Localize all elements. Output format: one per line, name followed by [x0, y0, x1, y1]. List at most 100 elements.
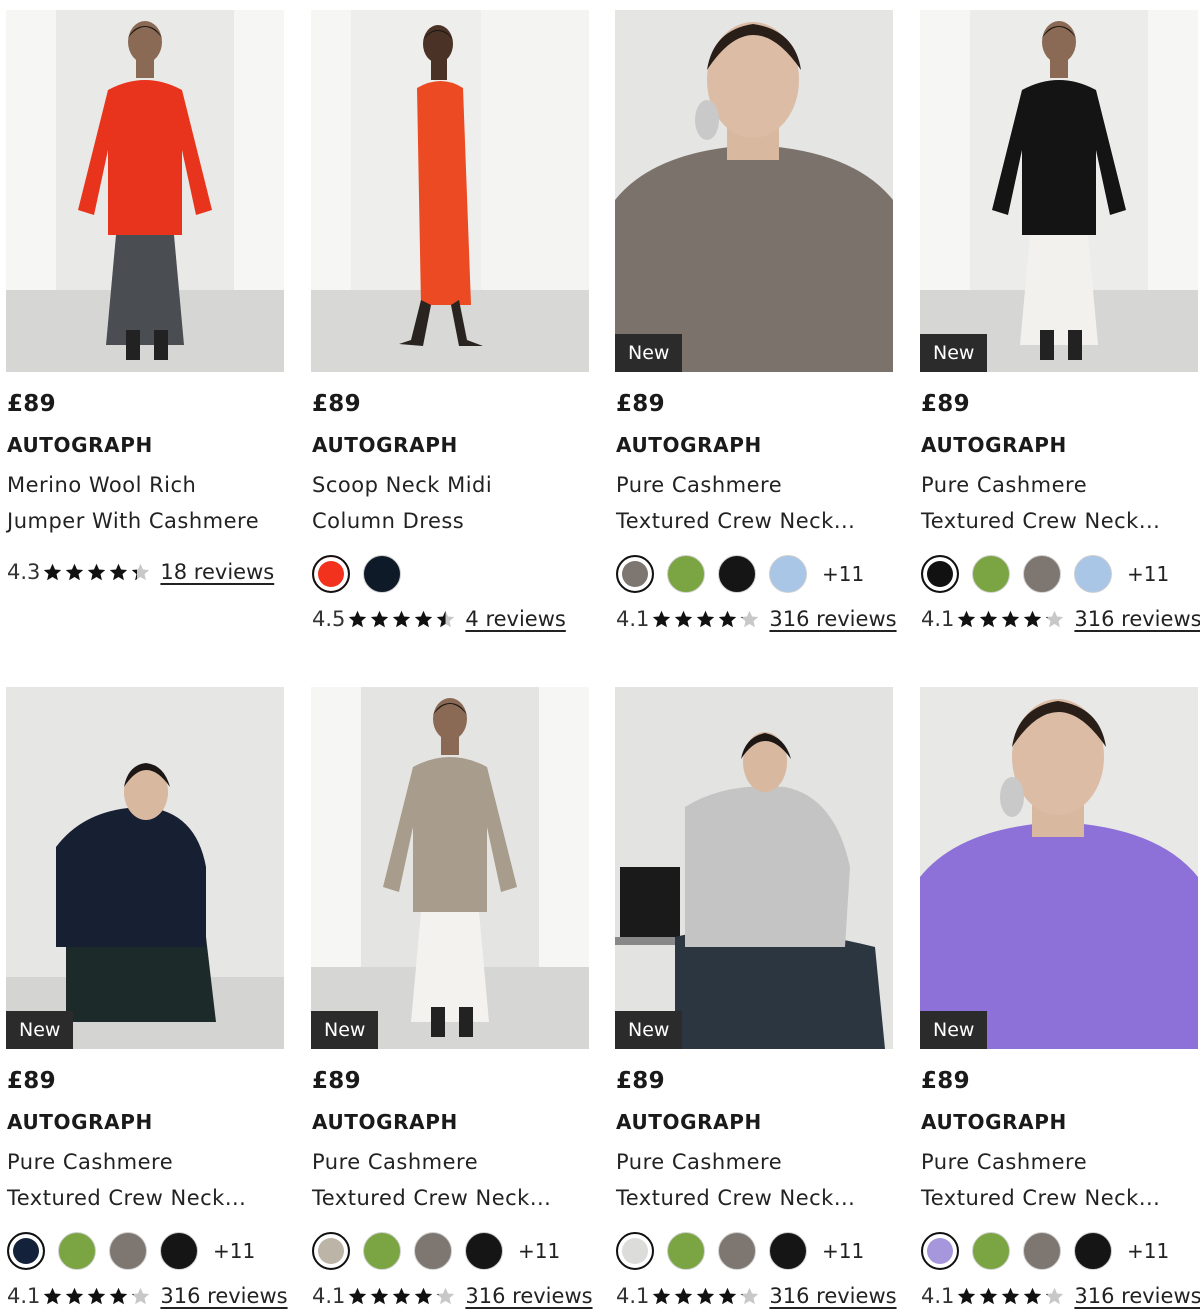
reviews-link[interactable]: 18 reviews [160, 560, 274, 584]
colour-swatches [312, 555, 414, 593]
product-name-link[interactable]: Pure Cashmere Textured Crew Neck... [921, 467, 1200, 539]
rating-value: 4.1 [616, 607, 650, 631]
colour-swatch[interactable] [312, 555, 350, 593]
colour-swatch[interactable] [769, 1232, 807, 1270]
rating-stars [651, 609, 761, 630]
product-image[interactable]: New [615, 10, 893, 372]
colour-swatch[interactable] [465, 1232, 503, 1270]
more-colours-link[interactable]: +11 [1127, 562, 1169, 586]
product-card[interactable]: New £89 AUTOGRAPH Pure Cashmere Textured… [920, 687, 1200, 1308]
product-brand: AUTOGRAPH [312, 1110, 458, 1134]
star-icon [88, 563, 106, 580]
colour-swatch[interactable] [667, 1232, 705, 1270]
reviews-link[interactable]: 4 reviews [465, 607, 565, 631]
colour-swatch[interactable] [58, 1232, 96, 1270]
product-card[interactable]: New £89 AUTOGRAPH Pure Cashmere Textured… [615, 10, 897, 631]
colour-swatch[interactable] [160, 1232, 198, 1270]
more-colours-link[interactable]: +11 [518, 1239, 560, 1263]
product-name-link[interactable]: Scoop Neck Midi Column Dress [312, 467, 602, 539]
product-name-link[interactable]: Pure Cashmere Textured Crew Neck... [7, 1144, 297, 1216]
product-photo [311, 687, 589, 1049]
colour-swatch[interactable] [1023, 1232, 1061, 1270]
colour-swatch[interactable] [7, 1232, 45, 1270]
product-image[interactable]: New [920, 687, 1198, 1049]
product-name-link[interactable]: Pure Cashmere Textured Crew Neck... [616, 1144, 906, 1216]
star-icon [393, 610, 411, 627]
star-icon [653, 1287, 671, 1304]
reviews-link[interactable]: 316 reviews [769, 607, 896, 631]
colour-swatch[interactable] [921, 555, 959, 593]
product-card[interactable]: New £89 AUTOGRAPH Pure Cashmere Textured… [920, 10, 1200, 631]
product-name-link[interactable]: Merino Wool Rich Jumper With Cashmere [7, 467, 297, 539]
star-icon [371, 1287, 389, 1304]
star-icon [1046, 1287, 1064, 1304]
reviews-link[interactable]: 316 reviews [1074, 607, 1200, 631]
star-icon [1024, 1287, 1042, 1304]
colour-swatch[interactable] [363, 1232, 401, 1270]
colour-swatch[interactable] [921, 1232, 959, 1270]
product-image[interactable]: New [311, 687, 589, 1049]
colour-swatch[interactable] [769, 555, 807, 593]
product-name-line-2: Textured Crew Neck... [7, 1186, 247, 1210]
product-name-link[interactable]: Pure Cashmere Textured Crew Neck... [616, 467, 906, 539]
product-image[interactable]: New [615, 687, 893, 1049]
product-image[interactable] [6, 10, 284, 372]
colour-swatch[interactable] [363, 555, 401, 593]
colour-swatches: +11 [616, 1232, 864, 1270]
product-card[interactable]: £89 AUTOGRAPH Merino Wool Rich Jumper Wi… [6, 10, 284, 584]
product-price: £89 [312, 391, 361, 417]
colour-swatch[interactable] [616, 1232, 654, 1270]
new-badge: New [920, 1011, 988, 1049]
product-brand: AUTOGRAPH [312, 433, 458, 457]
product-image[interactable]: New [920, 10, 1198, 372]
colour-swatch[interactable] [109, 1232, 147, 1270]
colour-swatch[interactable] [718, 555, 756, 593]
more-colours-link[interactable]: +11 [1127, 1239, 1169, 1263]
rating-stars [956, 1286, 1066, 1307]
product-image[interactable] [311, 10, 589, 372]
product-photo [6, 10, 284, 372]
reviews-link[interactable]: 316 reviews [160, 1284, 287, 1308]
colour-swatch[interactable] [972, 1232, 1010, 1270]
colour-swatch[interactable] [667, 555, 705, 593]
rating-value: 4.1 [616, 1284, 650, 1308]
product-card[interactable]: New £89 AUTOGRAPH Pure Cashmere Textured… [615, 687, 897, 1308]
star-icon [66, 563, 84, 580]
product-photo [311, 10, 589, 372]
reviews-link[interactable]: 316 reviews [465, 1284, 592, 1308]
product-photo [6, 687, 284, 1049]
product-rating: 4.1 316 reviews [921, 1284, 1200, 1308]
product-price: £89 [616, 1068, 665, 1094]
star-icon [132, 1287, 150, 1304]
star-icon [132, 563, 150, 580]
colour-swatch[interactable] [312, 1232, 350, 1270]
rating-value: 4.1 [921, 1284, 955, 1308]
product-card[interactable]: New £89 AUTOGRAPH Pure Cashmere Textured… [311, 687, 593, 1308]
star-icon [980, 1287, 998, 1304]
reviews-link[interactable]: 316 reviews [1074, 1284, 1200, 1308]
product-name-line-1: Pure Cashmere [312, 1150, 479, 1174]
star-icon [980, 610, 998, 627]
colour-swatch[interactable] [1074, 555, 1112, 593]
more-colours-link[interactable]: +11 [822, 562, 864, 586]
colour-swatch[interactable] [972, 555, 1010, 593]
reviews-link[interactable]: 316 reviews [769, 1284, 896, 1308]
new-badge: New [615, 1011, 683, 1049]
more-colours-link[interactable]: +11 [213, 1239, 255, 1263]
colour-swatch[interactable] [616, 555, 654, 593]
star-icon [1002, 610, 1020, 627]
product-rating: 4.1 316 reviews [616, 607, 897, 631]
colour-swatch[interactable] [1074, 1232, 1112, 1270]
product-name-link[interactable]: Pure Cashmere Textured Crew Neck... [921, 1144, 1200, 1216]
product-photo [615, 10, 893, 372]
product-card[interactable]: £89 AUTOGRAPH Scoop Neck Midi Column Dre… [311, 10, 589, 631]
more-colours-link[interactable]: +11 [822, 1239, 864, 1263]
colour-swatch[interactable] [718, 1232, 756, 1270]
colour-swatch[interactable] [1023, 555, 1061, 593]
product-price: £89 [312, 1068, 361, 1094]
product-card[interactable]: New £89 AUTOGRAPH Pure Cashmere Textured… [6, 687, 288, 1308]
star-icon [697, 610, 715, 627]
product-name-link[interactable]: Pure Cashmere Textured Crew Neck... [312, 1144, 602, 1216]
colour-swatch[interactable] [414, 1232, 452, 1270]
product-image[interactable]: New [6, 687, 284, 1049]
